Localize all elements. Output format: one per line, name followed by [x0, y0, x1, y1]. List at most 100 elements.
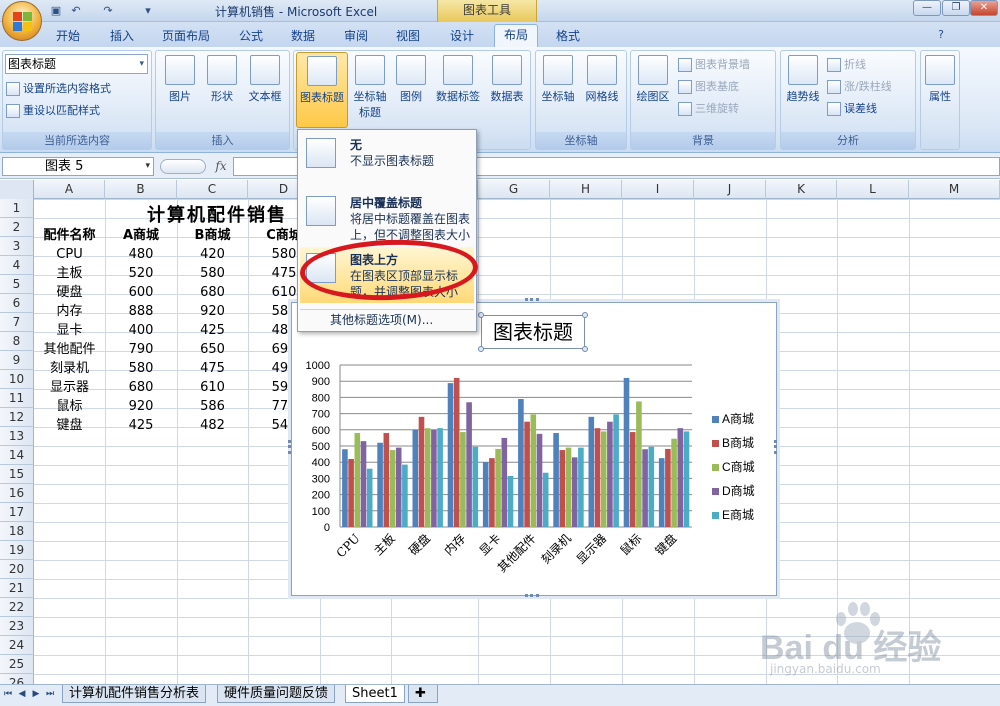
- restore-button[interactable]: ❐: [942, 0, 970, 16]
- next-sheet-icon[interactable]: ▶: [30, 687, 42, 701]
- updown-bars-button[interactable]: 涨/跌柱线: [827, 77, 892, 97]
- 3d-rotation-button[interactable]: 三维旋转: [678, 99, 739, 119]
- data-cell[interactable]: 刻录机: [34, 359, 105, 378]
- chart-resize-handle[interactable]: [525, 298, 539, 302]
- chart-resize-handle[interactable]: [774, 440, 778, 454]
- data-cell[interactable]: 475: [177, 359, 248, 378]
- column-header[interactable]: J: [694, 180, 766, 199]
- tab-review[interactable]: 审阅: [338, 26, 374, 46]
- row-header[interactable]: 5: [0, 275, 34, 294]
- data-cell[interactable]: 鼠标: [34, 397, 105, 416]
- data-cell[interactable]: 790: [105, 340, 177, 359]
- row-header[interactable]: 3: [0, 237, 34, 256]
- insert-function-icon[interactable]: fx: [211, 157, 231, 176]
- row-header[interactable]: 14: [0, 446, 34, 465]
- tab-formulas[interactable]: 公式: [233, 26, 269, 46]
- name-box[interactable]: 图表 5 ▾: [2, 157, 154, 176]
- data-cell[interactable]: 680: [105, 378, 177, 397]
- title-handle[interactable]: [478, 312, 484, 318]
- row-header[interactable]: 20: [0, 560, 34, 579]
- row-header[interactable]: 18: [0, 522, 34, 541]
- minimize-button[interactable]: —: [913, 0, 941, 16]
- column-header[interactable]: A: [34, 180, 105, 199]
- row-header[interactable]: 22: [0, 598, 34, 617]
- data-cell[interactable]: 482: [177, 416, 248, 435]
- chart-title-button[interactable]: 图表标题: [296, 52, 348, 128]
- more-title-options[interactable]: 其他标题选项(M)...: [300, 309, 474, 329]
- insert-picture-button[interactable]: 图片: [163, 55, 197, 104]
- row-header[interactable]: 17: [0, 503, 34, 522]
- sheet-tab-active[interactable]: Sheet1: [345, 685, 405, 703]
- column-header[interactable]: H: [550, 180, 622, 199]
- tab-view[interactable]: 视图: [390, 26, 426, 46]
- quick-access-dropdown-icon[interactable]: ▾: [140, 3, 156, 19]
- insert-textbox-button[interactable]: 文本框: [245, 55, 285, 104]
- sheet-title-cell[interactable]: 计算机配件销售: [147, 201, 287, 227]
- data-cell[interactable]: 键盘: [34, 416, 105, 435]
- row-header[interactable]: 10: [0, 370, 34, 389]
- row-header[interactable]: 2: [0, 218, 34, 237]
- close-button[interactable]: ✕: [970, 0, 998, 16]
- data-cell[interactable]: CPU: [34, 245, 105, 264]
- row-header[interactable]: 23: [0, 617, 34, 636]
- data-cell[interactable]: 420: [177, 245, 248, 264]
- row-header[interactable]: 25: [0, 655, 34, 674]
- row-header[interactable]: 13: [0, 427, 34, 446]
- column-header[interactable]: M: [909, 180, 1000, 199]
- chart-element-selector[interactable]: 图表标题 ▾: [5, 54, 148, 74]
- undo-icon[interactable]: ↶: [68, 3, 84, 19]
- data-table-button[interactable]: 数据表: [486, 55, 528, 104]
- sheet-tab[interactable]: 硬件质量问题反馈: [217, 685, 336, 703]
- title-handle[interactable]: [582, 312, 588, 318]
- row-header[interactable]: 12: [0, 408, 34, 427]
- row-header[interactable]: 24: [0, 636, 34, 655]
- row-header[interactable]: 16: [0, 484, 34, 503]
- column-header[interactable]: K: [766, 180, 837, 199]
- formula-bar-resize-handle[interactable]: [160, 159, 206, 174]
- data-cell[interactable]: 600: [105, 283, 177, 302]
- row-header[interactable]: 15: [0, 465, 34, 484]
- tab-page-layout[interactable]: 页面布局: [156, 26, 216, 46]
- format-selection-button[interactable]: 设置所选内容格式: [6, 79, 111, 99]
- tab-design[interactable]: 设计: [444, 26, 480, 46]
- data-cell[interactable]: 400: [105, 321, 177, 340]
- first-sheet-icon[interactable]: ⏮: [2, 687, 14, 701]
- data-cell[interactable]: 586: [177, 397, 248, 416]
- title-handle[interactable]: [582, 346, 588, 352]
- data-cell[interactable]: 920: [177, 302, 248, 321]
- header-cell[interactable]: A商城: [105, 226, 177, 245]
- help-icon[interactable]: ?: [933, 27, 949, 43]
- data-cell[interactable]: 920: [105, 397, 177, 416]
- data-cell[interactable]: 650: [177, 340, 248, 359]
- row-header[interactable]: 9: [0, 351, 34, 370]
- error-bars-button[interactable]: 误差线: [827, 99, 877, 119]
- redo-icon[interactable]: ↷: [100, 3, 116, 19]
- data-cell[interactable]: 580: [105, 359, 177, 378]
- data-cell[interactable]: 680: [177, 283, 248, 302]
- data-cell[interactable]: 425: [177, 321, 248, 340]
- menu-item-none[interactable]: 无 不显示图表标题: [300, 132, 474, 188]
- lines-button[interactable]: 折线: [827, 55, 866, 75]
- office-button[interactable]: [2, 1, 42, 41]
- column-header[interactable]: G: [478, 180, 550, 199]
- data-labels-button[interactable]: 数据标签: [432, 55, 484, 104]
- tab-home[interactable]: 开始: [50, 26, 86, 46]
- chart-title[interactable]: 图表标题: [481, 315, 585, 349]
- chart-resize-handle[interactable]: [525, 594, 539, 598]
- properties-button[interactable]: 属性: [922, 55, 958, 104]
- tab-layout[interactable]: 布局: [494, 24, 538, 48]
- data-cell[interactable]: 显卡: [34, 321, 105, 340]
- tab-data[interactable]: 数据: [285, 26, 321, 46]
- plot-area-button[interactable]: 绘图区: [633, 55, 673, 104]
- column-header[interactable]: L: [837, 180, 909, 199]
- data-cell[interactable]: 425: [105, 416, 177, 435]
- chart-resize-handle[interactable]: [288, 440, 292, 454]
- select-all-corner[interactable]: [0, 180, 34, 199]
- insert-sheet-icon[interactable]: ✚: [408, 685, 438, 703]
- data-cell[interactable]: 硬盘: [34, 283, 105, 302]
- data-cell[interactable]: 580: [177, 264, 248, 283]
- row-header[interactable]: 8: [0, 332, 34, 351]
- prev-sheet-icon[interactable]: ◀: [16, 687, 28, 701]
- data-cell[interactable]: 主板: [34, 264, 105, 283]
- save-icon[interactable]: ▣: [48, 3, 64, 19]
